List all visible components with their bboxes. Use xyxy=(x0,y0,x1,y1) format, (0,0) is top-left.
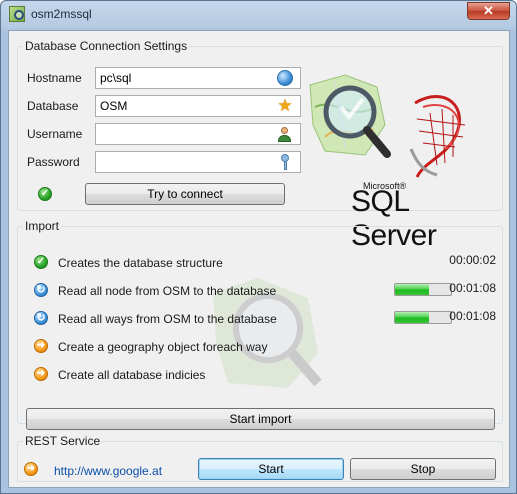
step-done-check-icon: ✓ xyxy=(34,255,48,269)
step-pending-arrow-icon: ➜ xyxy=(34,367,48,381)
rest-service-group: REST Service ➜ http://www.google.at Star… xyxy=(17,434,503,482)
password-label: Password xyxy=(27,155,80,169)
rest-service-legend: REST Service xyxy=(25,434,101,448)
database-label: Database xyxy=(27,99,79,113)
app-icon xyxy=(9,6,25,22)
hostname-field[interactable] xyxy=(95,67,301,89)
user-icon xyxy=(277,126,293,142)
logo-area: Microsoft® SQL Server xyxy=(305,67,501,252)
client-area: Database Connection Settings Hostname Da… xyxy=(8,30,510,488)
rest-url-link[interactable]: http://www.google.at xyxy=(54,464,162,478)
rest-start-button[interactable]: Start xyxy=(198,458,344,480)
try-connect-button[interactable]: Try to connect xyxy=(85,183,285,205)
step-label: Read all node from OSM to the database xyxy=(58,284,277,298)
window-title: osm2mssql xyxy=(31,7,92,21)
progress-fill xyxy=(395,284,429,295)
step-running-refresh-icon: ↻ xyxy=(34,311,48,325)
step-time: 00:00:02 xyxy=(449,253,496,267)
step-running-refresh-icon: ↻ xyxy=(34,283,48,297)
step-label: Creates the database structure xyxy=(58,256,223,270)
step-label: Create all database indicies xyxy=(58,368,206,382)
username-field[interactable] xyxy=(95,123,301,145)
step-time: 00:01:08 xyxy=(449,309,496,323)
step-label: Read all ways from OSM to the database xyxy=(58,312,277,326)
password-field[interactable] xyxy=(95,151,301,173)
app-window: osm2mssql ✕ Database Connection Settings… xyxy=(0,0,517,494)
step-progress-bar xyxy=(394,283,452,296)
connection-ok-check-icon: ✓ xyxy=(38,187,52,201)
database-field[interactable] xyxy=(95,95,301,117)
key-icon xyxy=(277,154,293,170)
step-pending-arrow-icon: ➜ xyxy=(34,339,48,353)
rest-stop-button[interactable]: Stop xyxy=(350,458,496,480)
start-import-button[interactable]: Start import xyxy=(26,408,495,430)
db-connection-group: Database Connection Settings Hostname Da… xyxy=(17,39,503,252)
db-connection-legend: Database Connection Settings xyxy=(25,39,188,53)
import-legend: Import xyxy=(25,219,60,233)
step-progress-bar xyxy=(394,311,452,324)
progress-fill xyxy=(395,312,429,323)
close-button[interactable]: ✕ xyxy=(467,2,510,20)
step-time: 00:01:08 xyxy=(449,281,496,295)
globe-icon xyxy=(277,70,293,86)
title-bar[interactable]: osm2mssql ✕ xyxy=(1,1,516,29)
hostname-label: Hostname xyxy=(27,71,82,85)
username-label: Username xyxy=(27,127,83,141)
star-icon: ★ xyxy=(277,96,293,115)
rest-arrow-icon: ➜ xyxy=(24,462,38,476)
import-group: Import ✓ Creates the database structure … xyxy=(17,219,503,430)
step-label: Create a geography object foreach way xyxy=(58,340,268,354)
